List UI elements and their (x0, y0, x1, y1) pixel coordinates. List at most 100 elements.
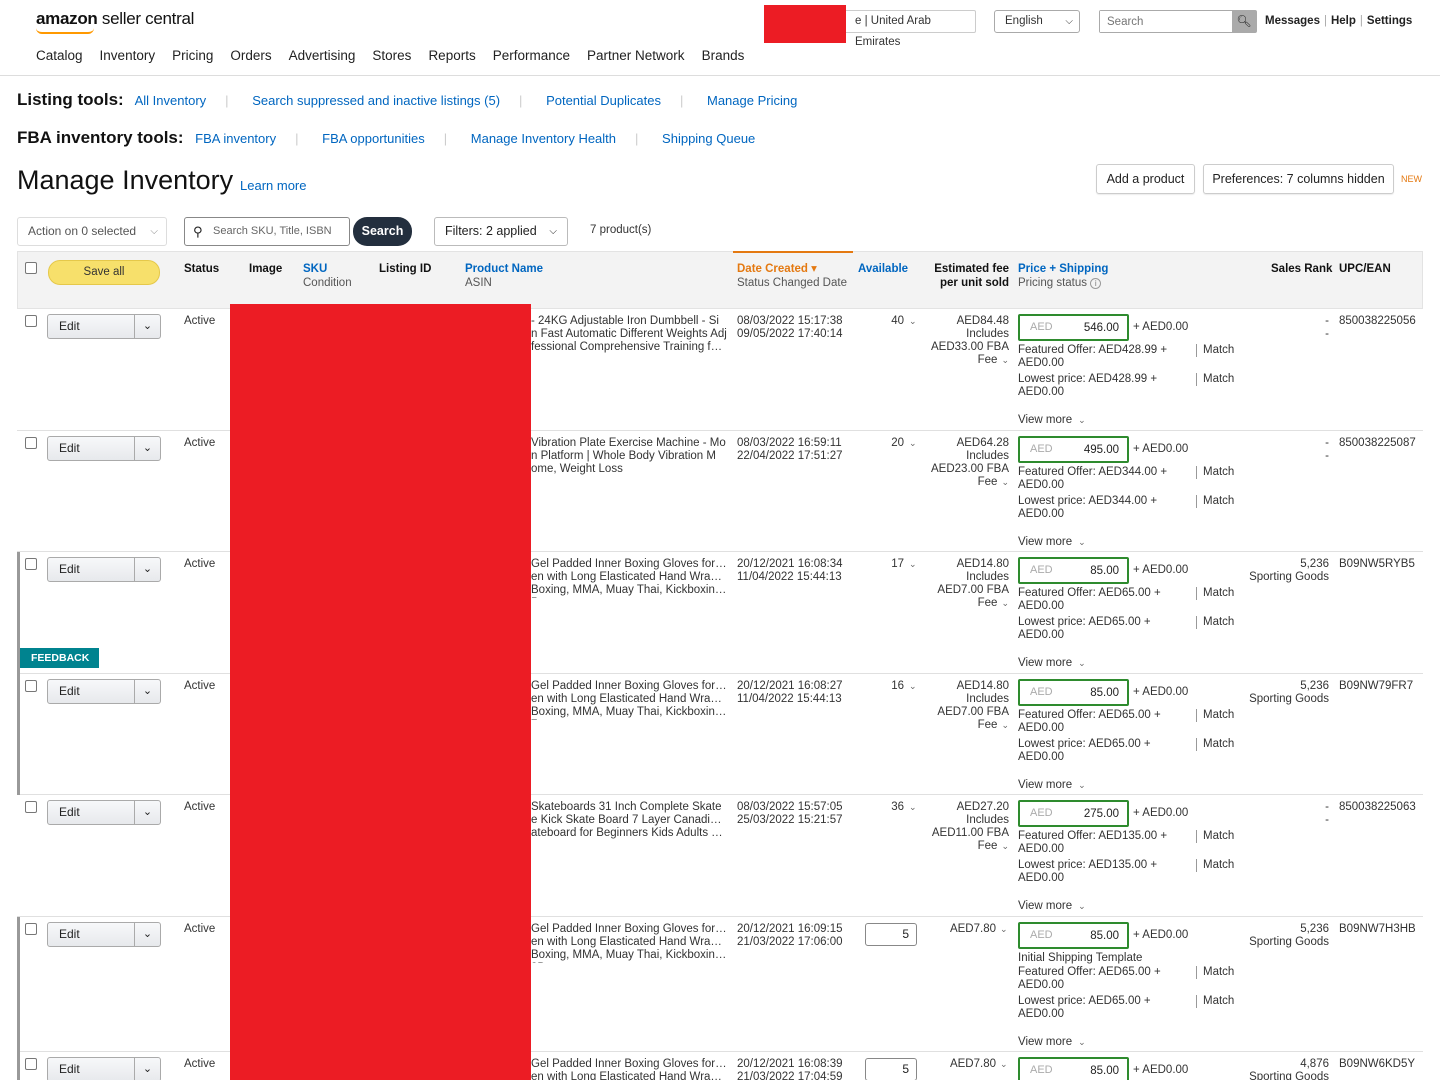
chevron-down-icon[interactable]: ⌄ (134, 801, 160, 824)
price-input[interactable]: AED 495.00 (1018, 436, 1129, 463)
link-all-inventory[interactable]: All Inventory (135, 93, 207, 108)
link-inventory-health[interactable]: Manage Inventory Health (471, 131, 616, 146)
language-select[interactable]: English ⌵ (994, 10, 1080, 33)
nav-performance[interactable]: Performance (493, 48, 570, 63)
product-name-link[interactable]: Skateboards 31 Inch Complete Skate e Kick… (531, 801, 727, 841)
col-date-created[interactable]: Date Created ▾ Status Changed Date (737, 262, 847, 290)
view-more-link[interactable]: View more ⌄ (1018, 657, 1086, 670)
price-input[interactable]: AED 85.00 (1018, 1057, 1129, 1080)
select-all-checkbox[interactable] (25, 262, 37, 274)
settings-link[interactable]: Settings (1367, 15, 1412, 27)
fee-label[interactable]: Fee ⌄ (927, 840, 1009, 853)
nav-catalog[interactable]: Catalog (36, 48, 83, 63)
row-checkbox[interactable] (25, 801, 37, 813)
row-checkbox[interactable] (25, 437, 37, 449)
match-featured-button[interactable]: Match (1196, 830, 1234, 843)
product-name-link[interactable]: Vibration Plate Exercise Machine - Mo n P… (531, 437, 727, 477)
search-icon[interactable]: 🔍︎ (1232, 11, 1256, 32)
link-suppressed-listings[interactable]: Search suppressed and inactive listings … (252, 93, 500, 108)
view-more-link[interactable]: View more ⌄ (1018, 900, 1086, 913)
col-status[interactable]: Status (184, 262, 219, 276)
nav-inventory[interactable]: Inventory (100, 48, 156, 63)
col-sku[interactable]: SKU Condition (303, 262, 352, 290)
row-checkbox[interactable] (25, 558, 37, 570)
messages-link[interactable]: Messages (1265, 15, 1320, 27)
row-checkbox[interactable] (25, 315, 37, 327)
chevron-down-icon[interactable]: ⌄ (134, 923, 160, 946)
view-more-link[interactable]: View more ⌄ (1018, 536, 1086, 549)
match-featured-button[interactable]: Match (1196, 709, 1234, 722)
match-lowest-button[interactable]: Match (1196, 859, 1234, 872)
link-manage-pricing[interactable]: Manage Pricing (707, 93, 797, 108)
chevron-down-icon[interactable]: ⌄ (134, 1058, 160, 1080)
filters-dropdown[interactable]: Filters: 2 applied ⌵ (434, 217, 568, 246)
link-shipping-queue[interactable]: Shipping Queue (662, 131, 755, 146)
fee-label[interactable]: Fee ⌄ (927, 719, 1009, 732)
fee-label[interactable]: Fee ⌄ (927, 597, 1009, 610)
link-potential-duplicates[interactable]: Potential Duplicates (546, 93, 661, 108)
search-button[interactable]: Search (353, 217, 412, 246)
edit-button[interactable]: Edit ⌄ (47, 557, 161, 582)
chevron-down-icon[interactable]: ⌄ (134, 680, 160, 703)
fee-label[interactable]: Fee ⌄ (927, 354, 1009, 367)
nav-reports[interactable]: Reports (428, 48, 475, 63)
view-more-link[interactable]: View more ⌄ (1018, 414, 1086, 427)
edit-button[interactable]: Edit ⌄ (47, 1057, 161, 1080)
chevron-down-icon[interactable]: ⌄ (909, 801, 917, 814)
match-lowest-button[interactable]: Match (1196, 995, 1234, 1008)
nav-advertising[interactable]: Advertising (289, 48, 356, 63)
product-name-link[interactable]: Gel Padded Inner Boxing Gloves for Men w… (531, 1058, 727, 1080)
help-link[interactable]: Help (1331, 15, 1356, 27)
chevron-down-icon[interactable]: ⌄ (134, 315, 160, 338)
header-search-input[interactable] (1100, 11, 1234, 32)
nav-partner-network[interactable]: Partner Network (587, 48, 685, 63)
match-featured-button[interactable]: Match (1196, 344, 1234, 357)
close-icon[interactable]: ✕ (31, 672, 40, 684)
chevron-down-icon[interactable]: ⌄ (909, 558, 917, 571)
view-more-link[interactable]: View more ⌄ (1018, 1036, 1086, 1049)
feedback-button[interactable]: FEEDBACK ✕ (20, 648, 99, 684)
price-input[interactable]: AED 275.00 (1018, 800, 1129, 827)
add-product-button[interactable]: Add a product (1096, 164, 1195, 194)
col-sales-rank[interactable]: Sales Rank (1271, 262, 1332, 276)
edit-button[interactable]: Edit ⌄ (47, 922, 161, 947)
col-product-name[interactable]: Product Name ASIN (465, 262, 543, 290)
price-input[interactable]: AED 85.00 (1018, 679, 1129, 706)
save-all-button[interactable]: Save all (48, 260, 160, 285)
chevron-down-icon[interactable]: ⌄ (134, 558, 160, 581)
fee-label[interactable]: Fee ⌄ (927, 476, 1009, 489)
match-featured-button[interactable]: Match (1196, 466, 1234, 479)
col-available[interactable]: Available (858, 262, 908, 276)
view-more-link[interactable]: View more ⌄ (1018, 779, 1086, 792)
nav-orders[interactable]: Orders (230, 48, 271, 63)
link-fba-inventory[interactable]: FBA inventory (195, 131, 276, 146)
seller-central-logo[interactable]: amazon seller central (36, 9, 194, 29)
row-checkbox[interactable] (25, 923, 37, 935)
product-name-link[interactable]: Gel Padded Inner Boxing Gloves for Men w… (531, 680, 727, 720)
chevron-down-icon[interactable]: ⌄ (1000, 1058, 1008, 1071)
chevron-down-icon[interactable]: ⌄ (909, 437, 917, 450)
row-checkbox[interactable] (25, 1058, 37, 1070)
edit-button[interactable]: Edit ⌄ (47, 314, 161, 339)
match-featured-button[interactable]: Match (1196, 966, 1234, 979)
chevron-down-icon[interactable]: ⌄ (909, 315, 917, 328)
bulk-action-select[interactable]: Action on 0 selected ⌵ (17, 217, 167, 246)
learn-more-link[interactable]: Learn more (240, 178, 306, 193)
edit-button[interactable]: Edit ⌄ (47, 800, 161, 825)
price-input[interactable]: AED 85.00 (1018, 557, 1129, 584)
edit-button[interactable]: Edit ⌄ (47, 679, 161, 704)
nav-brands[interactable]: Brands (702, 48, 745, 63)
match-lowest-button[interactable]: Match (1196, 616, 1234, 629)
price-input[interactable]: AED 85.00 (1018, 922, 1129, 949)
match-lowest-button[interactable]: Match (1196, 373, 1234, 386)
preferences-button[interactable]: Preferences: 7 columns hidden (1203, 164, 1394, 194)
product-name-link[interactable]: - 24KG Adjustable Iron Dumbbell - Si n Fa… (531, 315, 727, 355)
col-price-shipping[interactable]: Price + Shipping Pricing status i (1018, 262, 1108, 290)
available-quantity-input[interactable]: 5 (865, 1058, 917, 1080)
match-lowest-button[interactable]: Match (1196, 738, 1234, 751)
chevron-down-icon[interactable]: ⌄ (909, 680, 917, 693)
available-quantity-input[interactable]: 5 (865, 923, 917, 946)
product-name-link[interactable]: Gel Padded Inner Boxing Gloves for Men w… (531, 558, 727, 598)
edit-button[interactable]: Edit ⌄ (47, 436, 161, 461)
link-fba-opportunities[interactable]: FBA opportunities (322, 131, 425, 146)
